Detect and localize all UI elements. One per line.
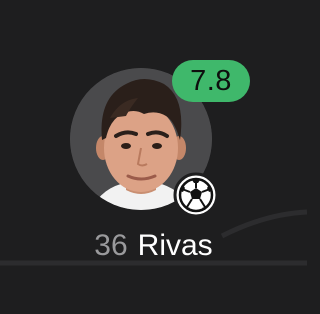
player-label: 36 Rivas <box>0 226 307 266</box>
football-goal-icon <box>173 172 219 218</box>
shirt-number: 36 <box>94 229 128 262</box>
player-name: Rivas <box>137 229 213 262</box>
player-card[interactable]: 7.8 36 Rivas <box>0 0 307 314</box>
rating-badge: 7.8 <box>172 60 250 102</box>
